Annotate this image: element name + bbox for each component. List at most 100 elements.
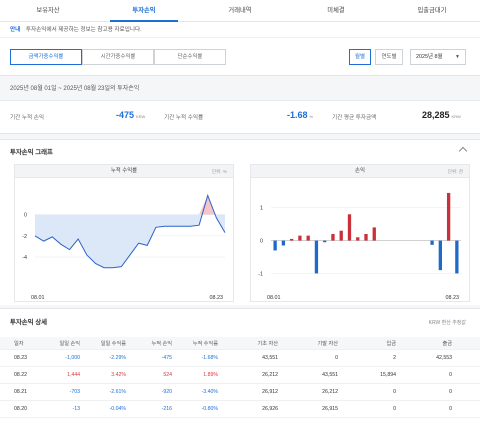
table-cell: -2.29% [109,355,126,361]
table-cell: 43,551 [322,372,338,378]
notice-text: 투자손익에서 제공하는 정보는 참고용 자료입니다. [25,27,142,33]
cum-rate-number: -1.68 [287,110,308,120]
bar [356,237,360,241]
table-row[interactable]: 08.21 -703 -2.61% -920 -3.40% 26,912 26,212 0 0 [0,384,480,401]
x-tick-label: 08.01 [31,295,45,301]
period-range-text: 2025년 08월 01일 ~ 2025년 08월 23일의 투자손익 [10,86,140,92]
table-header-row: 일자 일일 손익 일일 수익률 누적 손익 누적 수익률 기초 자산 기말 자산 입금 출금 [0,337,480,350]
table-cell: 26,212 [322,389,338,395]
cum-profit-number: -475 [116,110,135,120]
bar [306,235,310,241]
table-cell: 26,212 [262,372,278,378]
bar [281,240,286,246]
avg-invest-label: 기간 평균 투자금액 [332,115,377,121]
chart-unit: 단위: 천 [447,169,463,174]
bar [331,234,335,241]
table-row[interactable]: 08.23 -1,000 -2.29% -475 -1.68% 43,551 0 2 42,55… [0,350,480,367]
notice-bar: 안내 투자손익에서 제공하는 정보는 참고용 자료입니다. [0,22,480,38]
detail-table: 일자 일일 손익 일일 수익률 누적 손익 누적 수익률 기초 자산 기말 자산 입금 출금 08… [0,337,480,418]
table-cell: 0 [449,372,452,378]
table-cell: -3.40% [201,389,218,395]
bar-chart-svg: 1 0 -1 08.01 08.23 [258,192,461,301]
table-header-cell: 출금 [442,340,452,347]
chart-header: 누적 수익률 단위: % [15,165,233,178]
bar [446,192,451,241]
x-tick-label: 08.01 [267,295,281,301]
graph-panel: 투자손익 그래프 누적 수익률 단위: % 0 -2 -4 08.01 08.23 손익… [0,139,480,305]
table-cell: 26,915 [322,406,338,412]
tab-holdings[interactable]: 보유자산 [0,0,96,21]
table-header-cell: 일자 [14,340,24,347]
segment-simple-return[interactable]: 단순수익률 [154,49,226,65]
tab-open-orders[interactable]: 미체결 [288,0,384,21]
chevron-up-icon[interactable] [458,146,468,156]
table-cell: 1.89% [203,372,218,378]
detail-section-title: 투자손익 상세 [10,319,48,326]
avg-invest-value: 28,285 KRW [422,110,461,120]
segment-time-weighted[interactable]: 시간가중수익률 [82,49,154,65]
table-header-cell: 일일 수익률 [100,340,126,347]
chart-unit: 단위: % [211,169,227,174]
table-cell: 08.20 [14,406,27,412]
table-cell: 3.42% [111,372,126,378]
top-tab-bar: 보유자산 투자손익 거래내역 미체결 입출금대기 [0,0,480,22]
table-cell: 524 [163,372,172,378]
table-cell: 43,551 [262,355,278,361]
notice-label: 안내 [10,27,21,33]
table-cell: -475 [161,355,172,361]
table-cell: 0 [449,406,452,412]
table-cell: 0 [449,389,452,395]
tab-investment-pnl[interactable]: 투자손익 [96,0,192,22]
y-tick-label: -4 [22,255,27,261]
table-cell: 26,912 [262,389,278,395]
graph-section-title: 투자손익 그래프 [10,149,53,156]
table-row[interactable]: 08.22 1,444 3.42% 524 1.89% 26,212 43,551 15,89… [0,367,480,384]
x-tick-label: 08.23 [446,295,460,301]
period-monthly-button[interactable]: 월별 [349,49,371,65]
table-cell: -920 [161,389,172,395]
segment-money-weighted[interactable]: 금액가중수익률 [10,49,82,65]
bar [364,234,368,241]
summary-bar: 기간 누적 손익 -475 KRW 기간 누적 수익률 -1.68% 기간 평균 … [0,100,480,134]
avg-invest-number: 28,285 [422,110,450,120]
bar [430,240,434,245]
table-cell: 15,894 [380,372,396,378]
table-cell: -0.04% [109,406,126,412]
x-tick-label: 08.23 [210,295,224,301]
month-select[interactable]: 2025년 8월 ▼ [410,49,466,65]
bar [323,240,327,243]
cum-rate-unit: % [309,114,314,119]
bar [314,240,319,274]
y-tick-label: 0 [24,213,27,219]
table-cell: -1,000 [65,355,80,361]
y-tick-label: -1 [258,271,263,277]
tab-deposit-pending[interactable]: 입출금대기 [384,0,480,21]
chart-title: 누적 수익률 [110,168,138,174]
table-header-cell: 일일 손익 [59,340,80,347]
filter-bar: 금액가중수익률 시간가중수익률 단순수익률 월별 연도별 2025년 8월 ▼ [0,38,480,76]
table-header-cell: 누적 수익률 [192,340,218,347]
cum-profit-label: 기간 누적 손익 [10,115,44,121]
table-cell: 1,444 [67,372,80,378]
cum-rate-value: -1.68% [287,110,313,120]
tab-transactions[interactable]: 거래내역 [192,0,288,21]
table-cell: -216 [161,406,172,412]
table-cell: 26,926 [262,406,278,412]
table-cell: -2.61% [109,389,126,395]
detail-note: KRW 환산 추정값 [428,320,466,326]
bar [273,240,277,251]
period-yearly-button[interactable]: 연도별 [375,49,403,65]
table-header-cell: 기말 자산 [317,340,338,347]
detail-panel: 투자손익 상세 KRW 환산 추정값 일자 일일 손익 일일 수익률 누적 손익 누적 … [0,308,480,423]
table-row[interactable]: 08.20 -13 -0.04% -216 -0.80% 26,926 26,915 0 0 [0,401,480,418]
cum-profit-value: -475 KRW [116,110,145,120]
table-header-cell: 기초 자산 [257,340,278,347]
chart-title: 손익 [355,168,365,174]
bar [438,240,442,271]
bar [339,230,343,241]
table-cell: 42,553 [436,355,452,361]
month-select-value: 2025년 8월 [416,54,443,60]
y-tick-label: 0 [260,239,263,245]
table-cell: -0.80% [201,406,218,412]
bar [298,235,302,241]
